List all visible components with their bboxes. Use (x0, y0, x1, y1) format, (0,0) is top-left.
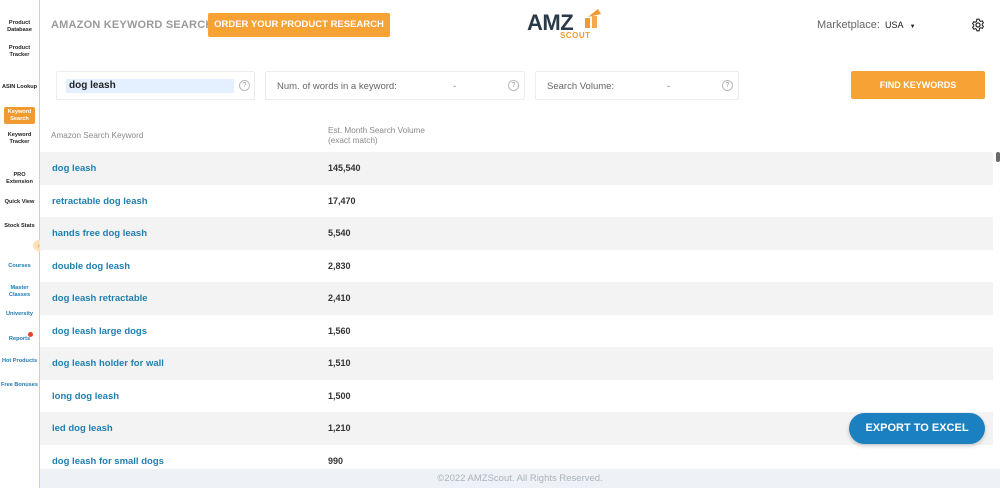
table-header: Amazon Search Keyword Est. Month Search … (40, 120, 993, 152)
gear-icon[interactable] (971, 18, 985, 32)
table-row: long dog leash 1,500 (40, 380, 993, 413)
keyword-link[interactable]: led dog leash (52, 423, 113, 434)
keyword-link[interactable]: dog leash large dogs (52, 326, 147, 337)
search-volume-value: 17,470 (328, 195, 356, 206)
keyword-link[interactable]: dog leash retractable (52, 293, 148, 304)
table-row: dog leash 145,540 (40, 152, 993, 185)
scrollbar-thumb[interactable] (996, 152, 1000, 162)
sidebar-item-quick-view[interactable]: Quick View (0, 199, 39, 206)
sidebar-item-master-classes[interactable]: Master Classes (0, 285, 39, 298)
table-row: retractable dog leash 17,470 (40, 185, 993, 218)
search-volume-value: 1,560 (328, 325, 351, 336)
help-icon[interactable]: ? (722, 80, 733, 91)
keyword-link[interactable]: hands free dog leash (52, 228, 147, 239)
logo-arrow-icon (585, 9, 601, 28)
sidebar-item-pro-extension[interactable]: PRO Extension (0, 172, 39, 185)
search-volume-field[interactable]: Search Volume: - ? (535, 71, 739, 100)
search-volume-value: 5,540 (328, 228, 351, 238)
sidebar-item-hot-products[interactable]: Hot Products (0, 358, 39, 365)
keyword-link[interactable]: dog leash holder for wall (52, 358, 164, 369)
keyword-link[interactable]: dog leash (52, 163, 96, 174)
export-to-excel-button[interactable]: EXPORT TO EXCEL (849, 413, 985, 444)
sidebar-item-product-database[interactable]: Product Database (0, 20, 39, 33)
search-volume-value: - (667, 81, 670, 91)
find-keywords-button[interactable]: FIND KEYWORDS (851, 71, 985, 99)
sidebar-item-keyword-search[interactable]: Keyword Search (4, 107, 35, 124)
column-header-volume[interactable]: Est. Month Search Volume (exact match) (328, 126, 425, 146)
keyword-link[interactable]: double dog leash (52, 261, 130, 272)
sidebar-item-product-tracker[interactable]: Product Tracker (0, 45, 39, 58)
sidebar: Product Database Product Tracker ASIN Lo… (0, 0, 44, 488)
footer-copyright: ©2022 AMZScout. All Rights Reserved. (40, 469, 1000, 488)
sidebar-item-reports[interactable]: Reports (0, 330, 39, 344)
search-volume-value: 2,830 (328, 260, 351, 271)
amzscout-logo[interactable]: AMZ SCOUT (527, 8, 607, 42)
marketplace-selector[interactable]: Marketplace: USA ▼ (817, 19, 916, 31)
word-count-label: Num. of words in a keyword: (277, 81, 397, 92)
sidebar-item-keyword-tracker[interactable]: Keyword Tracker (0, 132, 39, 145)
marketplace-value: USA (885, 20, 904, 30)
table-row: dog leash holder for wall 1,510 (40, 347, 993, 380)
sidebar-item-asin-lookup[interactable]: ASIN Lookup (0, 84, 39, 91)
word-count-field[interactable]: Num. of words in a keyword: - ? (265, 71, 525, 100)
help-icon[interactable]: ? (508, 80, 519, 91)
search-volume-value: 990 (328, 455, 344, 466)
search-volume-value: 1,500 (328, 390, 351, 401)
table-row: hands free dog leash 5,540 (40, 217, 993, 250)
keyword-link[interactable]: retractable dog leash (52, 196, 148, 207)
keyword-field: dog leash ? (56, 71, 255, 100)
sidebar-item-free-bonuses[interactable]: Free Bonuses (0, 382, 39, 389)
sidebar-item-stock-stats[interactable]: Stock Stats (0, 223, 39, 230)
caret-down-icon: ▼ (909, 24, 916, 30)
table-row: dog leash retractable 2,410 (40, 282, 993, 315)
word-count-value: - (453, 81, 456, 91)
column-header-keyword[interactable]: Amazon Search Keyword (51, 131, 143, 141)
order-research-button[interactable]: ORDER YOUR PRODUCT RESEARCH (208, 13, 390, 37)
sidebar-item-university[interactable]: University (0, 311, 39, 318)
search-volume-value: 1,210 (328, 423, 351, 433)
column-header-volume-subtitle: (exact match) (328, 136, 378, 145)
marketplace-label: Marketplace: (817, 19, 880, 31)
page-title: AMAZON KEYWORD SEARCH (51, 19, 214, 31)
table-row: dog leash large dogs 1,560 (40, 315, 993, 348)
keyword-link[interactable]: long dog leash (52, 391, 119, 402)
sidebar-item-courses[interactable]: Courses (0, 263, 39, 270)
search-volume-value: 145,540 (328, 163, 361, 173)
search-volume-value: 2,410 (328, 293, 351, 303)
search-volume-value: 1,510 (328, 358, 351, 368)
logo-subtext: SCOUT (560, 31, 591, 40)
search-volume-label: Search Volume: (547, 81, 615, 92)
column-header-volume-title: Est. Month Search Volume (328, 126, 425, 135)
table-row: double dog leash 2,830 (40, 250, 993, 283)
keyword-link[interactable]: dog leash for small dogs (52, 456, 164, 467)
keyword-input[interactable]: dog leash (66, 79, 234, 93)
sidebar-item-label: Reports (8, 336, 31, 342)
help-icon[interactable]: ? (239, 80, 250, 91)
